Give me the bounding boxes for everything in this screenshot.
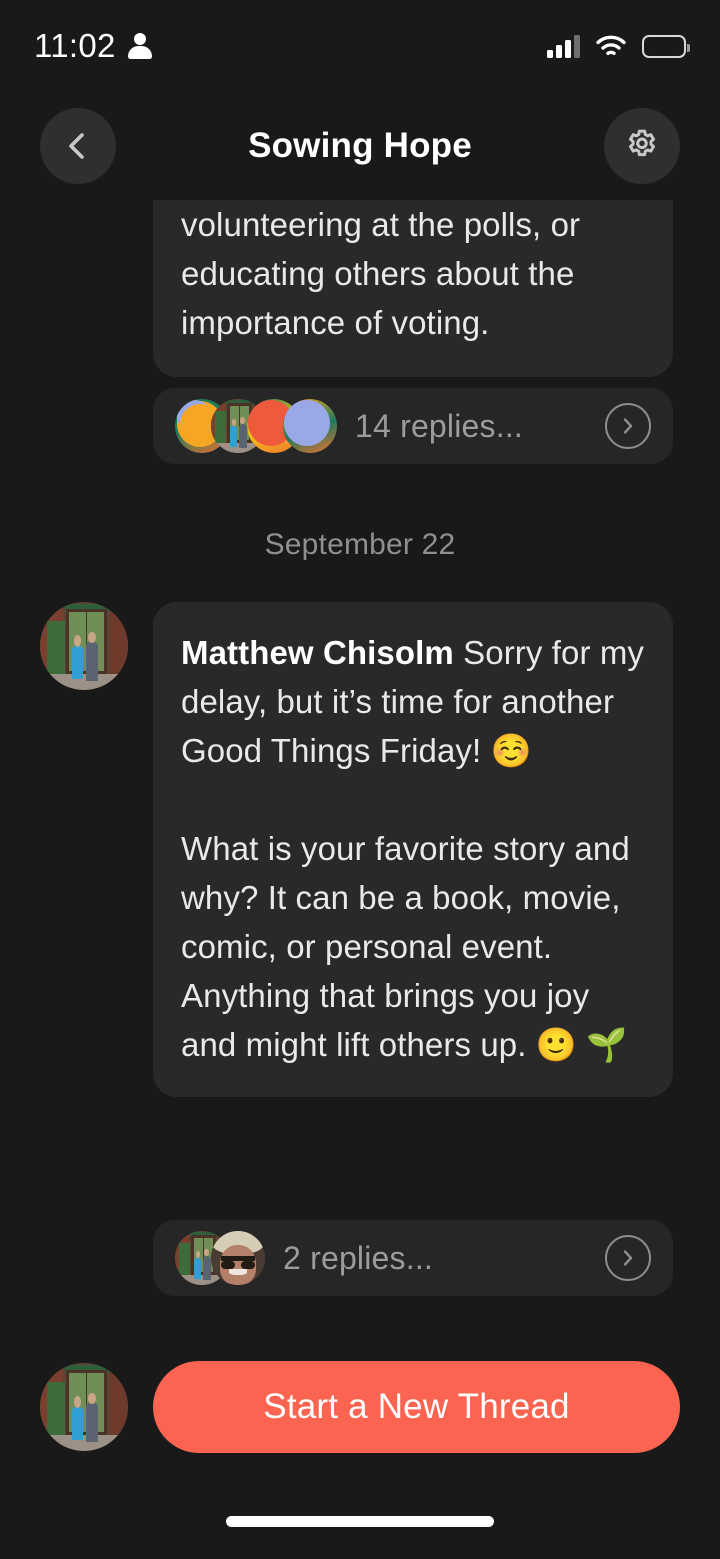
status-bar-right (547, 34, 690, 58)
avatar (283, 399, 337, 453)
status-bar-time: 11:02 (34, 27, 116, 64)
start-new-thread-button[interactable]: Start a New Thread (153, 1361, 680, 1453)
chevron-left-icon (69, 133, 84, 159)
message-paragraph: Matthew Chisolm Sorry for my delay, but … (181, 628, 645, 775)
battery-icon (642, 34, 690, 58)
app-screen: 11:02 Sowing Hope volunteering at the po… (0, 0, 720, 1559)
message-row[interactable]: Matthew Chisolm Sorry for my delay, but … (0, 602, 720, 1097)
replies-count-label: 14 replies... (355, 407, 524, 444)
status-bar-left: 11:02 (34, 27, 152, 65)
message-body: volunteering at the polls, or educating … (181, 206, 581, 341)
avatar (211, 1231, 265, 1285)
message-bubble[interactable]: volunteering at the polls, or educating … (153, 186, 673, 377)
replies-count-label: 2 replies... (283, 1239, 434, 1276)
message-sender: Matthew Chisolm (181, 634, 454, 671)
avatar[interactable] (40, 602, 128, 690)
app-header: Sowing Hope (0, 92, 720, 200)
thread-replies-bar[interactable]: 14 replies... (153, 388, 673, 464)
gear-icon (629, 129, 655, 157)
status-bar: 11:02 (0, 0, 720, 92)
chevron-right-circle-icon[interactable] (605, 403, 651, 449)
reply-avatar-stack (175, 1231, 265, 1285)
home-indicator (226, 1516, 494, 1527)
message-bubble[interactable]: Matthew Chisolm Sorry for my delay, but … (153, 602, 673, 1097)
date-divider: September 22 (264, 528, 456, 561)
chevron-right-circle-icon[interactable] (605, 1235, 651, 1281)
person-icon (127, 32, 152, 60)
back-button[interactable] (40, 108, 116, 184)
current-user-avatar[interactable] (40, 1363, 128, 1451)
composer-bar: Start a New Thread (0, 1347, 720, 1467)
settings-button[interactable] (604, 108, 680, 184)
cellular-signal-icon (547, 34, 580, 58)
page-title: Sowing Hope (248, 126, 472, 165)
reply-avatar-stack (175, 399, 337, 453)
thread-replies-bar[interactable]: 2 replies... (153, 1220, 673, 1296)
wifi-icon (596, 35, 626, 55)
message-paragraph: What is your favorite story and why? It … (181, 830, 630, 1063)
